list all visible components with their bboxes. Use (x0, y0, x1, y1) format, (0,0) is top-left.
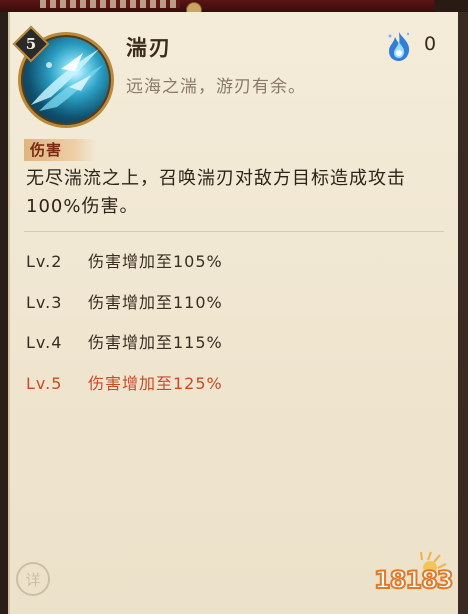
left-edge (0, 12, 8, 614)
top-banner (0, 0, 468, 18)
level-label: Lv.3 (26, 293, 63, 312)
level-effect: 伤害增加至110% (88, 293, 223, 312)
divider (24, 231, 444, 232)
right-edge (458, 12, 468, 614)
skill-description: 无尽湍流之上，召唤湍刃对敌方目标造成攻击100%伤害。 (26, 168, 406, 217)
skill-flavor-text: 远海之湍，游刃有余。 (126, 77, 306, 97)
level-effect: 伤害增加至125% (88, 374, 223, 393)
level-effect: 伤害增加至105% (88, 252, 223, 271)
blue-flame-icon (388, 32, 410, 61)
top-banner-decoration (40, 0, 180, 8)
level-effect: 伤害增加至115% (88, 333, 223, 352)
damage-tag: 伤害 (24, 139, 96, 161)
energy-cost: 0 (424, 33, 437, 55)
level-row-current: Lv.5 伤害增加至125% (26, 370, 223, 394)
top-banner-right (434, 0, 468, 12)
level-label: Lv.5 (26, 374, 63, 393)
level-label: Lv.4 (26, 333, 63, 352)
level-label: Lv.2 (26, 252, 63, 271)
skill-detail-screen: 5 湍刃 远海之湍，游刃有余。 0 伤害 无尽湍流之上，召唤湍刃对敌方目标造成攻… (0, 0, 468, 614)
detail-button[interactable]: 详 (16, 562, 50, 596)
level-row: Lv.4 伤害增加至115% (26, 329, 223, 353)
skill-name: 湍刃 (126, 36, 172, 60)
watermark-text: 18183 (373, 565, 454, 595)
level-row: Lv.3 伤害增加至110% (26, 289, 223, 313)
skill-level-value: 5 (25, 35, 37, 53)
level-row: Lv.2 伤害增加至105% (26, 248, 223, 272)
